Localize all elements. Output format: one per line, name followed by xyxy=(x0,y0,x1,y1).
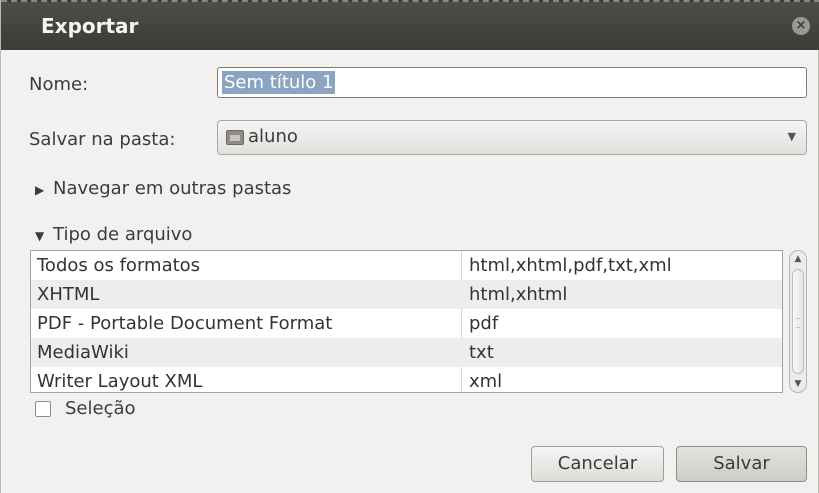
scroll-thumb[interactable] xyxy=(792,269,804,374)
filetype-ext: html,xhtml,pdf,txt,xml xyxy=(469,255,672,276)
filetype-ext: txt xyxy=(469,342,494,363)
selection-checkbox[interactable] xyxy=(35,401,51,417)
scroll-up-arrow-icon[interactable]: ▲ xyxy=(790,254,806,264)
triangle-right-icon: ▶ xyxy=(35,183,45,197)
filename-value[interactable]: Sem título 1 xyxy=(222,71,336,94)
filename-input[interactable]: Sem título 1 xyxy=(217,67,807,98)
filetype-expander[interactable]: ▼ Tipo de arquivo xyxy=(35,224,192,245)
browse-folders-expander[interactable]: ▶ Navegar em outras pastas xyxy=(35,178,291,199)
export-dialog: Exportar × Nome: Sem título 1 Salvar na … xyxy=(0,0,819,493)
filetype-list[interactable]: Todos os formatos html,xhtml,pdf,txt,xml… xyxy=(30,250,783,393)
filetype-ext: pdf xyxy=(469,313,499,334)
name-label: Nome: xyxy=(29,74,89,95)
filetype-label: Tipo de arquivo xyxy=(53,224,193,245)
list-item[interactable]: XHTML html,xhtml xyxy=(31,280,782,309)
list-item[interactable]: MediaWiki txt xyxy=(31,338,782,367)
cancel-button[interactable]: Cancelar xyxy=(531,446,664,482)
filetype-name: PDF - Portable Document Format xyxy=(37,313,333,334)
filetype-name: MediaWiki xyxy=(37,342,129,363)
list-item[interactable]: PDF - Portable Document Format pdf xyxy=(31,309,782,338)
selection-label: Seleção xyxy=(65,398,136,419)
filetype-name: Writer Layout XML xyxy=(37,371,203,392)
list-item[interactable]: Writer Layout XML xml xyxy=(31,367,782,392)
filetype-list-scrollbar[interactable]: ▲ ▼ xyxy=(789,250,807,393)
scroll-down-arrow-icon[interactable]: ▼ xyxy=(790,379,806,389)
close-icon[interactable]: × xyxy=(792,17,810,35)
chevron-down-icon: ▼ xyxy=(787,130,796,143)
save-button[interactable]: Salvar xyxy=(676,446,807,482)
dialog-title: Exportar xyxy=(41,14,139,38)
filetype-name: Todos os formatos xyxy=(37,255,201,276)
browse-folders-label: Navegar em outras pastas xyxy=(53,178,292,199)
filetype-ext: xml xyxy=(469,371,503,392)
filetype-name: XHTML xyxy=(37,284,100,305)
list-item[interactable]: Todos os formatos html,xhtml,pdf,txt,xml xyxy=(31,251,782,280)
folder-value: aluno xyxy=(248,126,298,147)
title-bar[interactable]: Exportar × xyxy=(1,0,819,50)
folder-label: Salvar na pasta: xyxy=(29,129,176,150)
thumb-grip xyxy=(796,318,800,328)
filetype-ext: html,xhtml xyxy=(469,284,568,305)
triangle-down-icon: ▼ xyxy=(35,229,45,243)
folder-icon xyxy=(226,130,244,145)
save-folder-combo[interactable]: aluno ▼ xyxy=(217,120,807,155)
